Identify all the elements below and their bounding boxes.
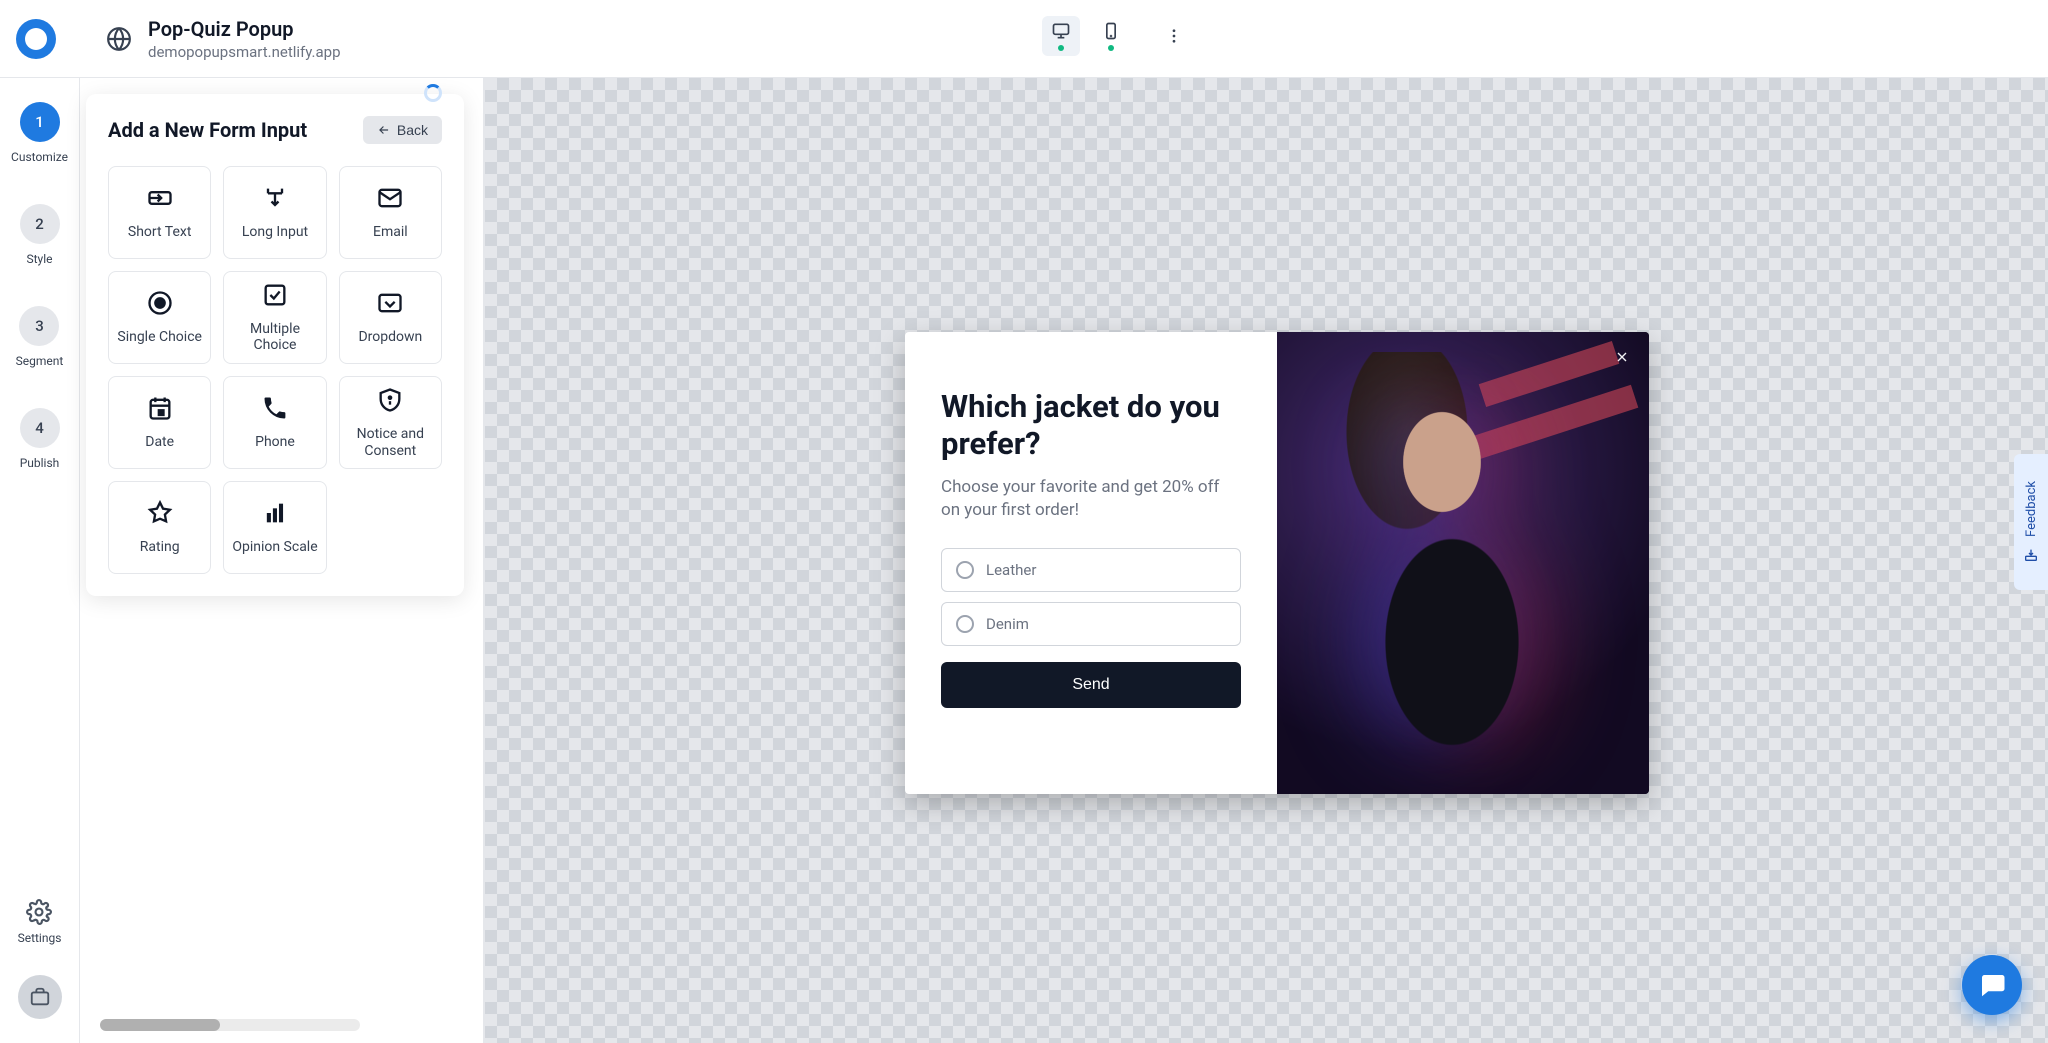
- input-type-label: Notice and Consent: [348, 426, 433, 460]
- form-panel-header: Add a New Form Input Back: [108, 116, 442, 144]
- chat-icon: [1977, 970, 2007, 1000]
- popup-choice-label: Leather: [986, 561, 1036, 579]
- input-type-label: Short Text: [128, 224, 192, 241]
- popup-choice-denim[interactable]: Denim: [941, 602, 1241, 646]
- rail-step-label: Style: [26, 252, 52, 266]
- image-person-decoration: [1332, 382, 1572, 762]
- input-type-label: Rating: [140, 539, 180, 556]
- input-type-label: Single Choice: [117, 329, 202, 346]
- chat-launcher-button[interactable]: [1962, 955, 2022, 1015]
- horizontal-scrollbar[interactable]: [100, 1019, 360, 1031]
- left-rail: 1 Customize 2 Style 3 Segment 4 Publish …: [0, 78, 80, 1043]
- back-button-label: Back: [397, 122, 428, 138]
- email-icon: [376, 184, 404, 212]
- phone-icon: [261, 394, 289, 422]
- rail-briefcase-button[interactable]: [18, 975, 62, 1019]
- input-type-label: Opinion Scale: [232, 539, 317, 556]
- input-type-long-input[interactable]: Long Input: [223, 166, 326, 259]
- rail-step-number: 2: [20, 204, 60, 244]
- shield-info-icon: [376, 386, 404, 414]
- rail-settings-label: Settings: [18, 931, 62, 945]
- input-type-rating[interactable]: Rating: [108, 481, 211, 574]
- feedback-send-icon: [2023, 547, 2039, 563]
- input-type-grid: Short Text Long Input Email Single Choic…: [108, 166, 442, 574]
- header-more-button[interactable]: [1162, 24, 1186, 48]
- rail-step-number: 4: [20, 408, 60, 448]
- input-type-label: Phone: [255, 434, 295, 451]
- popup-image: [1277, 332, 1649, 794]
- input-type-notice-consent[interactable]: Notice and Consent: [339, 376, 442, 469]
- radio-icon: [146, 289, 174, 317]
- input-type-single-choice[interactable]: Single Choice: [108, 271, 211, 364]
- popup-preview: Which jacket do you prefer? Choose your …: [905, 332, 1649, 794]
- rail-settings-button[interactable]: Settings: [18, 899, 62, 945]
- input-type-label: Long Input: [242, 224, 308, 241]
- app-logo[interactable]: [16, 19, 56, 59]
- form-input-panel: Add a New Form Input Back Short Text Lon…: [86, 94, 464, 596]
- page-title: Pop-Quiz Popup: [148, 17, 341, 41]
- long-input-icon: [261, 184, 289, 212]
- device-mobile-button[interactable]: [1092, 16, 1130, 56]
- app-logo-inner: [25, 28, 47, 50]
- rail-step-number: 3: [19, 306, 59, 346]
- popup-choice-leather[interactable]: Leather: [941, 548, 1241, 592]
- device-mobile-status-dot: [1108, 45, 1114, 51]
- device-desktop-status-dot: [1058, 45, 1064, 51]
- rail-step-customize[interactable]: 1 Customize: [11, 102, 68, 164]
- popup-heading: Which jacket do you prefer?: [941, 388, 1241, 462]
- input-type-label: Multiple Choice: [232, 321, 317, 355]
- popup-close-button[interactable]: [1609, 344, 1635, 370]
- star-icon: [146, 499, 174, 527]
- input-type-multiple-choice[interactable]: Multiple Choice: [223, 271, 326, 364]
- feedback-tab[interactable]: Feedback: [2014, 454, 2048, 590]
- calendar-icon: [146, 394, 174, 422]
- input-type-dropdown[interactable]: Dropdown: [339, 271, 442, 364]
- input-type-opinion-scale[interactable]: Opinion Scale: [223, 481, 326, 574]
- rail-step-number: 1: [20, 102, 60, 142]
- popup-choice-label: Denim: [986, 615, 1029, 633]
- rail-step-label: Publish: [20, 456, 60, 470]
- input-type-label: Email: [373, 224, 408, 241]
- page-subtitle: demopopupsmart.netlify.app: [148, 43, 341, 61]
- globe-icon: [106, 26, 132, 52]
- radio-icon: [956, 615, 974, 633]
- rail-step-publish[interactable]: 4 Publish: [20, 408, 60, 470]
- rail-step-style[interactable]: 2 Style: [20, 204, 60, 266]
- popup-submit-button[interactable]: Send: [941, 662, 1241, 708]
- rail-step-label: Segment: [16, 354, 64, 368]
- top-header: Pop-Quiz Popup demopopupsmart.netlify.ap…: [0, 0, 2048, 78]
- rail-step-segment[interactable]: 3 Segment: [16, 306, 64, 368]
- checkbox-icon: [261, 281, 289, 309]
- loading-spinner-icon: [424, 84, 442, 102]
- input-type-short-text[interactable]: Short Text: [108, 166, 211, 259]
- popup-content: Which jacket do you prefer? Choose your …: [905, 332, 1277, 794]
- feedback-label: Feedback: [2024, 481, 2039, 537]
- input-type-label: Date: [145, 434, 174, 451]
- arrow-left-icon: [377, 123, 391, 137]
- form-panel-title: Add a New Form Input: [108, 118, 307, 142]
- device-toggles: [1042, 16, 1186, 56]
- close-icon: [1614, 349, 1630, 365]
- briefcase-icon: [29, 986, 51, 1008]
- rail-step-label: Customize: [11, 150, 68, 164]
- input-type-label: Dropdown: [358, 329, 422, 346]
- title-block: Pop-Quiz Popup demopopupsmart.netlify.ap…: [148, 17, 341, 61]
- radio-icon: [956, 561, 974, 579]
- short-text-icon: [146, 184, 174, 212]
- device-desktop-button[interactable]: [1042, 16, 1080, 56]
- gear-icon: [26, 899, 52, 925]
- dropdown-icon: [376, 289, 404, 317]
- input-type-date[interactable]: Date: [108, 376, 211, 469]
- input-type-email[interactable]: Email: [339, 166, 442, 259]
- scrollbar-thumb[interactable]: [100, 1019, 220, 1031]
- back-button[interactable]: Back: [363, 116, 442, 144]
- popup-subheading: Choose your favorite and get 20% off on …: [941, 476, 1241, 522]
- input-type-phone[interactable]: Phone: [223, 376, 326, 469]
- bar-chart-icon: [261, 499, 289, 527]
